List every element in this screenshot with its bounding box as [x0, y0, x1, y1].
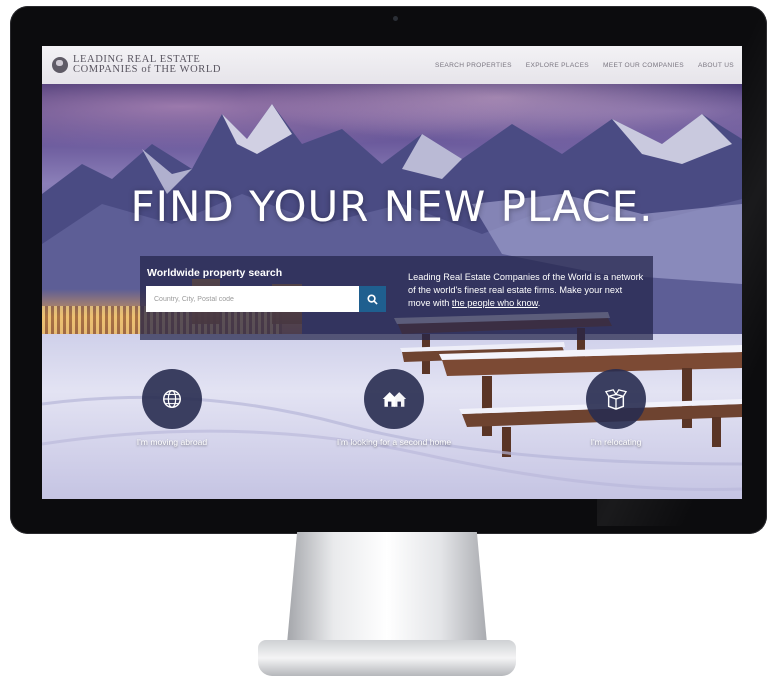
- option-label: I'm moving abroad: [136, 437, 208, 447]
- search-panel: Worldwide property search Leading Real E…: [140, 256, 653, 340]
- nav-link-search-properties[interactable]: SEARCH PROPERTIES: [435, 62, 512, 69]
- website-screen: LEADING REAL ESTATE COMPANIES of THE WOR…: [42, 46, 742, 499]
- option-second-home[interactable]: I'm looking for a second home: [314, 369, 474, 447]
- option-moving-abroad[interactable]: I'm moving abroad: [92, 369, 252, 447]
- search-input[interactable]: [146, 286, 359, 312]
- globe-icon: [163, 390, 181, 408]
- nav-link-about-us[interactable]: ABOUT US: [698, 62, 734, 69]
- people-who-know-link[interactable]: the people who know: [452, 298, 538, 308]
- logo-line-2: COMPANIES of THE WORLD: [73, 64, 222, 75]
- option-relocating[interactable]: I'm relocating: [536, 369, 696, 447]
- site-logo[interactable]: LEADING REAL ESTATE COMPANIES of THE WOR…: [52, 54, 222, 75]
- logo-globe-icon: [52, 57, 68, 73]
- box-icon: [604, 389, 628, 410]
- nav-link-explore-places[interactable]: EXPLORE PLACES: [526, 62, 589, 69]
- webcam: [393, 16, 398, 21]
- option-label: I'm relocating: [590, 437, 642, 447]
- house-icon: [382, 392, 407, 407]
- option-circle: [142, 369, 202, 429]
- search-description-end: .: [537, 298, 541, 308]
- hero-headline: FIND YOUR NEW PLACE.: [130, 182, 654, 231]
- monitor-stand-base: [258, 640, 516, 676]
- nav-link-meet-our-companies[interactable]: MEET OUR COMPANIES: [603, 62, 684, 69]
- option-circle: [364, 369, 424, 429]
- search-description: Leading Real Estate Companies of the Wor…: [408, 271, 644, 310]
- nav-links: SEARCH PROPERTIES EXPLORE PLACES MEET OU…: [435, 62, 734, 69]
- search-icon: [367, 293, 378, 305]
- site-navbar: LEADING REAL ESTATE COMPANIES of THE WOR…: [42, 46, 742, 84]
- search-button[interactable]: [359, 286, 386, 312]
- hero-section: FIND YOUR NEW PLACE. Worldwide property …: [42, 84, 742, 499]
- option-circle: [586, 369, 646, 429]
- search-title: Worldwide property search: [147, 267, 283, 279]
- logo-text: LEADING REAL ESTATE COMPANIES of THE WOR…: [73, 54, 222, 75]
- option-label: I'm looking for a second home: [336, 437, 452, 447]
- monitor-stand-neck: [286, 532, 488, 650]
